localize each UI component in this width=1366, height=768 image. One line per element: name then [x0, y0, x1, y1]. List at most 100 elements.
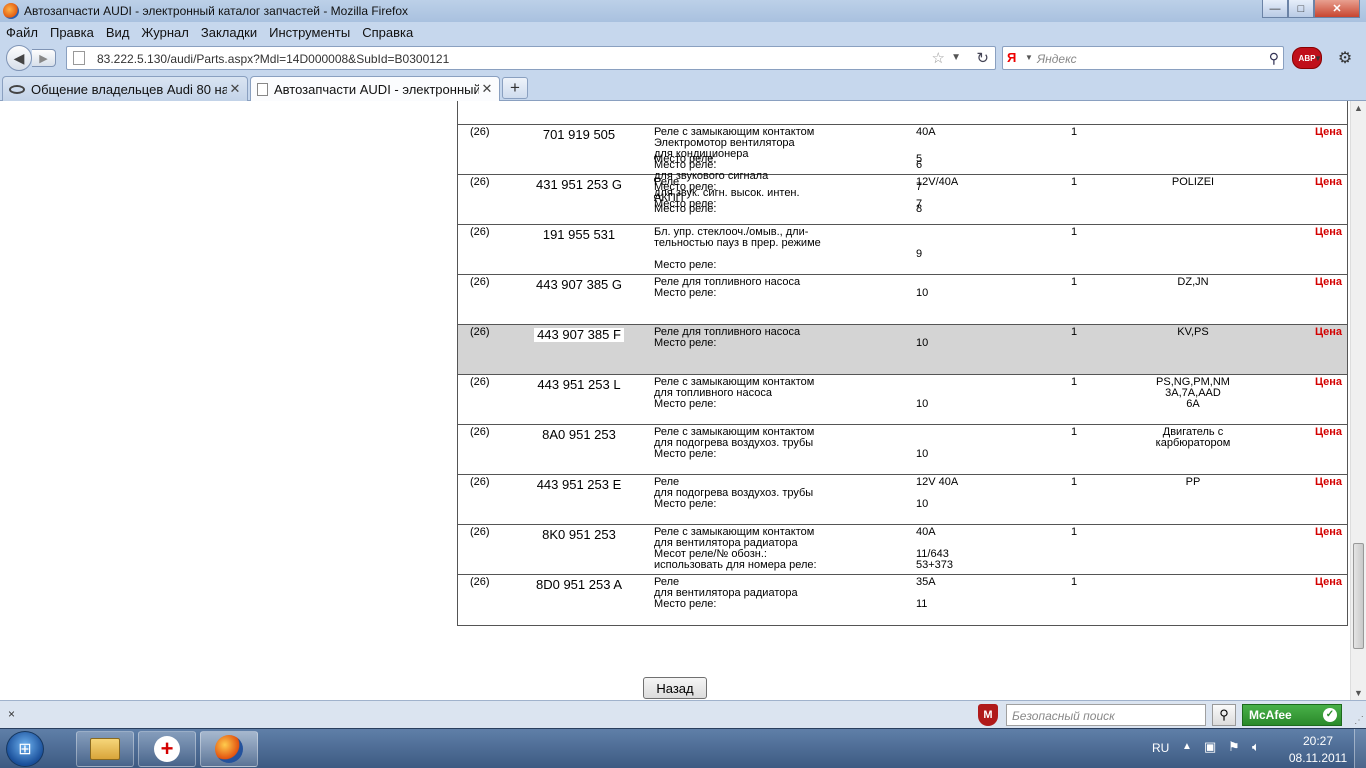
price-link[interactable]: Цена — [1282, 377, 1342, 388]
price-link[interactable]: Цена — [1282, 277, 1342, 288]
search-icon[interactable]: ⚲ — [1269, 50, 1279, 67]
reload-icon[interactable]: ↻ — [976, 49, 989, 67]
part-row[interactable]: (26) 443 951 253 E Реле для подогрева возду… — [458, 475, 1347, 525]
part-row[interactable]: Место реле: 5 — [458, 101, 1347, 165]
menu-help[interactable]: Справка — [362, 25, 413, 40]
price-link[interactable]: Цена — [1282, 177, 1342, 188]
page-icon — [257, 82, 268, 96]
menu-file[interactable]: Файл — [6, 25, 38, 40]
part-number[interactable]: 431 951 253 G — [534, 178, 624, 192]
price-link[interactable]: Цена — [1282, 327, 1342, 338]
part-number[interactable]: 8D0 951 253 A — [534, 578, 624, 592]
start-button[interactable]: ⊞ — [6, 731, 44, 767]
clock-date[interactable]: 08.11.2011 — [1284, 751, 1352, 765]
part-row[interactable]: (26) 8K0 951 253 Реле с замыкающим контакт… — [458, 525, 1347, 575]
search-bar[interactable]: Я ▼ Яндекс ⚲ — [1002, 46, 1284, 70]
clock-time[interactable]: 20:27 — [1290, 734, 1346, 748]
part-number[interactable]: 443 951 253 E — [534, 478, 624, 492]
tab-audi80-forum[interactable]: Общение владельцев Audi 80 на au... ✕ — [2, 76, 248, 101]
taskbar-firefox[interactable] — [200, 731, 258, 767]
part-description-line: Место реле: — [654, 198, 717, 210]
mcafee-shield-icon[interactable]: M — [978, 704, 998, 726]
close-tab-icon[interactable]: ✕ — [227, 81, 243, 97]
part-spec-line — [916, 149, 1026, 160]
part-row[interactable]: (26) 191 955 531 Бл. упр. стеклооч./омыв.,… — [458, 225, 1347, 275]
part-number[interactable]: 443 907 385 G — [534, 278, 624, 292]
part-row[interactable]: (26) 443 951 253 L Реле с замыкающим конта… — [458, 375, 1347, 425]
bookmark-star-icon[interactable]: ☆ — [932, 49, 945, 67]
price-link[interactable]: Цена — [1282, 227, 1342, 238]
back-page-button[interactable]: Назад — [643, 677, 707, 699]
close-tab-icon[interactable]: ✕ — [479, 81, 495, 97]
url-dropdown-icon[interactable]: ▼ — [951, 52, 961, 63]
part-spec: 35A 11 — [916, 577, 1026, 610]
part-row[interactable]: (26) 8D0 951 253 A Реле для вентилятора рад… — [458, 575, 1347, 625]
action-center-flag-icon[interactable]: ⚑ — [1228, 739, 1240, 755]
search-engine-dropdown-icon[interactable]: ▼ — [1025, 53, 1033, 62]
part-description: Реле для звук. сигн. высок. интен. Место р… — [654, 177, 904, 210]
part-number[interactable]: 8K0 951 253 — [534, 528, 624, 542]
language-indicator[interactable]: RU — [1152, 741, 1169, 755]
price-link[interactable]: Цена — [1282, 477, 1342, 488]
part-spec-line: 40A — [916, 526, 936, 538]
taskbar-first-aid-app[interactable]: + — [138, 731, 196, 767]
taskbar-explorer[interactable] — [76, 731, 134, 767]
resize-grip-icon[interactable]: ⋰ — [1354, 715, 1364, 726]
new-tab-button[interactable]: + — [502, 77, 528, 99]
url-bar[interactable]: 83.222.5.130/audi/Parts.aspx?Mdl=14D0000… — [66, 46, 996, 70]
tools-gear-icon[interactable]: ⚙ — [1330, 47, 1360, 69]
search-icon[interactable]: ⚲ — [1212, 704, 1236, 726]
close-window-button[interactable]: ✕ — [1314, 0, 1360, 18]
part-number[interactable]: 443 951 253 L — [534, 378, 624, 392]
part-row[interactable]: (26) 443 907 385 G Реле для топливного нас… — [458, 275, 1347, 325]
price-link[interactable]: Цена — [1282, 527, 1342, 538]
tab-audi-catalog[interactable]: Автозапчасти AUDI - электронный ... ✕ — [250, 76, 500, 101]
part-number[interactable]: 443 907 385 F — [534, 328, 624, 342]
illustration-ref: (26) — [470, 476, 490, 488]
part-description: Реле с замыкающим контактом для топливног… — [654, 377, 904, 410]
part-row[interactable]: (26) 8A0 951 253 Реле с замыкающим контакт… — [458, 425, 1347, 475]
part-description-line: Место реле: — [654, 287, 717, 299]
part-row[interactable]: (26) 431 951 253 G Реле для звук. сигн. выс… — [458, 175, 1347, 225]
part-quantity: 1 — [1071, 376, 1078, 388]
safe-search-placeholder[interactable]: Безопасный поиск — [1012, 709, 1115, 723]
vertical-scrollbar[interactable]: ▲ ▼ — [1350, 101, 1366, 700]
scrollbar-thumb[interactable] — [1353, 543, 1364, 649]
part-number[interactable]: 191 955 531 — [534, 228, 624, 242]
part-spec-line — [916, 260, 1026, 271]
part-row[interactable]: (26) 443 907 385 F Реле для топливного нас… — [458, 325, 1347, 375]
part-row[interactable]: (26) 701 919 505 Реле с замыкающим контакт… — [458, 125, 1347, 215]
part-number[interactable]: 8A0 951 253 — [534, 428, 624, 442]
tray-expand-icon[interactable]: ▲ — [1182, 741, 1192, 752]
price-link[interactable]: Цена — [1282, 577, 1342, 588]
price-link[interactable]: Цена — [1282, 127, 1342, 138]
search-input[interactable]: Яндекс — [1037, 52, 1077, 66]
back-button[interactable]: ◀ — [6, 45, 32, 71]
part-note-line: POLIZEI — [1171, 176, 1215, 188]
show-desktop-button[interactable] — [1354, 729, 1366, 768]
part-spec: 40A 11/643 53+373 — [916, 527, 1026, 571]
menu-bookmarks[interactable]: Закладки — [201, 25, 257, 40]
adblock-dropdown-icon[interactable]: ▼ — [1314, 54, 1322, 63]
scroll-down-icon[interactable]: ▼ — [1354, 688, 1363, 698]
part-description-line: Место реле: — [654, 448, 717, 460]
forward-button[interactable]: ▶ — [32, 49, 56, 67]
safe-search-input[interactable]: Безопасный поиск — [1006, 704, 1206, 726]
minimize-button[interactable]: — — [1262, 0, 1288, 18]
network-icon[interactable]: ▣ — [1204, 739, 1216, 755]
volume-icon[interactable]: 🔈︎ — [1252, 739, 1260, 755]
menu-edit[interactable]: Правка — [50, 25, 94, 40]
mcafee-status-badge[interactable]: McAfee ✓ — [1242, 704, 1342, 726]
menu-history[interactable]: Журнал — [141, 25, 188, 40]
price-link[interactable]: Цена — [1282, 427, 1342, 438]
part-spec-line: 35A — [916, 576, 936, 588]
url-text[interactable]: 83.222.5.130/audi/Parts.aspx?Mdl=14D0000… — [97, 52, 449, 66]
maximize-button[interactable]: □ — [1288, 0, 1314, 18]
yandex-icon[interactable]: Я — [1007, 50, 1016, 65]
part-number[interactable]: 701 919 505 — [534, 128, 624, 142]
menu-view[interactable]: Вид — [106, 25, 130, 40]
menu-tools[interactable]: Инструменты — [269, 25, 350, 40]
arrow-right-icon: ▶ — [39, 52, 48, 65]
addon-bar-close-button[interactable]: × — [8, 707, 15, 721]
scroll-up-icon[interactable]: ▲ — [1354, 103, 1363, 113]
